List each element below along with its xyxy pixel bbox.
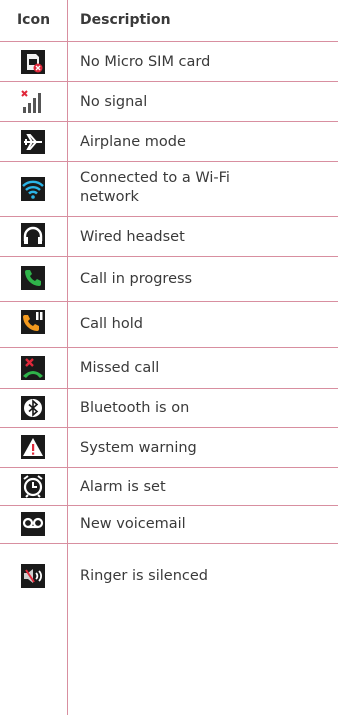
missed-call-icon bbox=[21, 356, 45, 380]
column-divider bbox=[67, 0, 68, 715]
table-row: Alarm is set bbox=[0, 468, 338, 506]
row-description: Airplane mode bbox=[80, 134, 186, 150]
row-description: Connected to a Wi-Fi network bbox=[80, 170, 230, 205]
row-description: Wired headset bbox=[80, 229, 185, 245]
table-row: Missed call bbox=[0, 348, 338, 389]
table-row: Connected to a Wi-Fi network bbox=[0, 162, 338, 217]
no-signal-icon bbox=[21, 90, 45, 114]
alarm-icon bbox=[21, 474, 45, 498]
row-description: Call hold bbox=[80, 316, 143, 332]
header-icon-column: Icon bbox=[16, 12, 51, 28]
row-description: New voicemail bbox=[80, 516, 186, 532]
bluetooth-icon bbox=[21, 396, 45, 420]
voicemail-icon bbox=[21, 512, 45, 536]
ringer-silenced-icon bbox=[21, 564, 45, 588]
row-description: No Micro SIM card bbox=[80, 54, 211, 70]
row-description: Ringer is silenced bbox=[80, 568, 209, 584]
call-hold-icon bbox=[21, 310, 45, 334]
row-description: No signal bbox=[80, 94, 148, 110]
table-row: Call hold bbox=[0, 302, 338, 348]
table-row: No signal bbox=[0, 82, 338, 122]
row-description: Call in progress bbox=[80, 271, 193, 287]
call-icon bbox=[21, 266, 45, 290]
warning-icon bbox=[21, 435, 45, 459]
table-row: Airplane mode bbox=[0, 122, 338, 162]
headset-icon bbox=[21, 223, 45, 247]
table-row: New voicemail bbox=[0, 506, 338, 544]
table-row: Ringer is silenced bbox=[0, 544, 338, 609]
table-row: System warning bbox=[0, 428, 338, 468]
table-row: Bluetooth is on bbox=[0, 389, 338, 428]
table-row: Wired headset bbox=[0, 217, 338, 257]
wifi-icon bbox=[21, 177, 45, 201]
table-row: No Micro SIM card bbox=[0, 42, 338, 82]
header-description-column: Description bbox=[80, 12, 171, 28]
airplane-icon bbox=[21, 130, 45, 154]
row-description: System warning bbox=[80, 440, 197, 456]
no-sim-icon bbox=[21, 50, 45, 74]
table-header: Icon Description bbox=[0, 0, 338, 42]
row-description: Alarm is set bbox=[80, 479, 166, 495]
row-description: Missed call bbox=[80, 360, 160, 376]
table-row: Call in progress bbox=[0, 257, 338, 302]
row-description: Bluetooth is on bbox=[80, 400, 190, 416]
